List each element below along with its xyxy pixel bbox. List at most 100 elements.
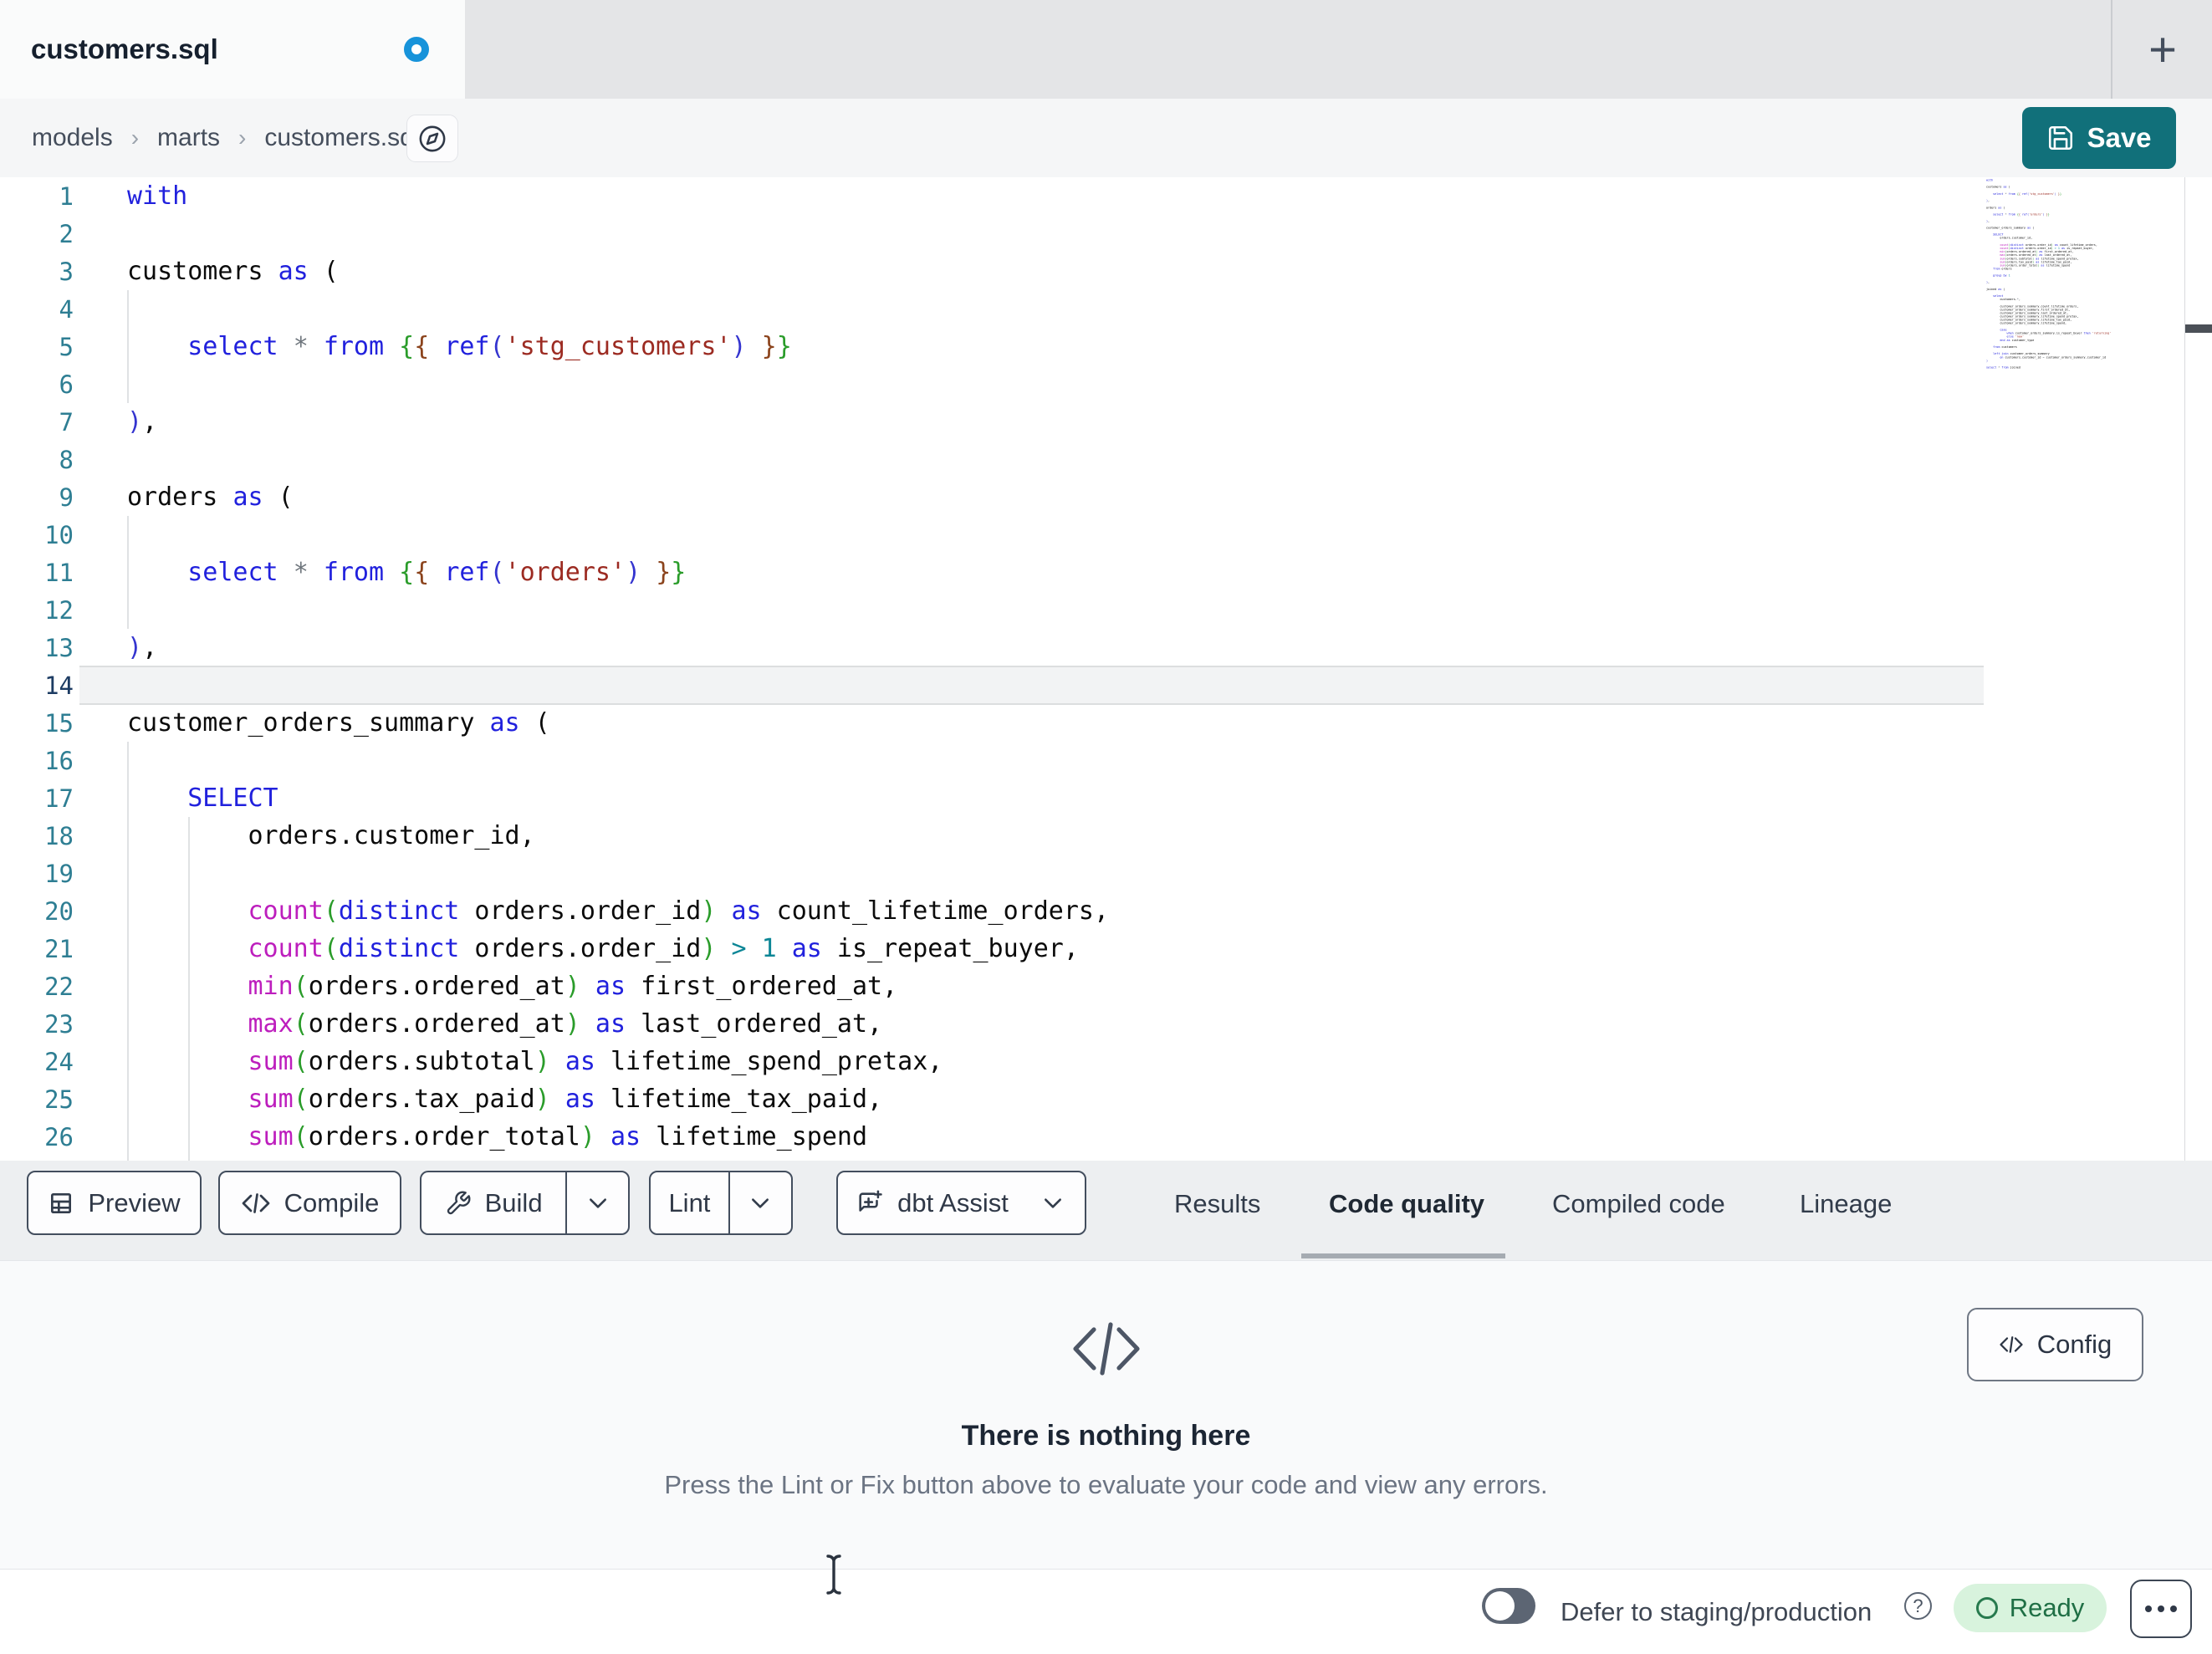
code-line[interactable]: 22 min(orders.ordered_at) as first_order… xyxy=(0,967,2212,1005)
code-line[interactable]: 9 orders as ( xyxy=(0,478,2212,516)
status-bar: Defer to staging/production ? Ready xyxy=(0,1569,2212,1653)
code-line[interactable]: 17 SELECT xyxy=(0,779,2212,817)
line-number: 22 xyxy=(44,972,74,1001)
line-number: 9 xyxy=(59,482,74,512)
save-button-label: Save xyxy=(2087,122,2152,153)
tab-customers-sql[interactable]: customers.sql xyxy=(0,0,465,99)
scrollbar-thumb[interactable] xyxy=(2185,324,2212,333)
code-line[interactable]: 18 orders.customer_id, xyxy=(0,817,2212,855)
code-line[interactable]: 23 max(orders.ordered_at) as last_ordere… xyxy=(0,1005,2212,1043)
code-line[interactable]: 16 xyxy=(0,742,2212,779)
code-editor[interactable]: 1 with 2 3 customers as (4 5 select * from {{… xyxy=(0,177,2212,1161)
breadcrumb-separator: › xyxy=(238,125,247,151)
breadcrumb-models[interactable]: models xyxy=(32,124,113,152)
lint-button-label: Lint xyxy=(668,1187,711,1218)
more-options-button[interactable] xyxy=(2130,1580,2192,1638)
code-line[interactable]: 7), xyxy=(0,403,2212,441)
code-line[interactable]: 8 xyxy=(0,441,2212,478)
toggle-knob xyxy=(1485,1591,1515,1621)
chat-sparkle-icon xyxy=(856,1189,884,1218)
code-line[interactable]: 13), xyxy=(0,629,2212,666)
build-button[interactable]: Build xyxy=(421,1172,565,1233)
line-number: 19 xyxy=(44,859,74,888)
line-number: 15 xyxy=(44,708,74,738)
code-line[interactable]: 11 select * from {{ ref('orders') }} xyxy=(0,554,2212,591)
breadcrumb-separator: › xyxy=(130,125,140,151)
line-number: 2 xyxy=(59,219,74,248)
save-button[interactable]: Save xyxy=(2022,107,2176,169)
code-line[interactable]: 20 count(distinct orders.order_id) as co… xyxy=(0,892,2212,930)
chevron-down-icon xyxy=(587,1197,609,1210)
lint-button[interactable]: Lint xyxy=(651,1172,728,1233)
defer-toggle[interactable] xyxy=(1482,1588,1535,1624)
empty-state-subtitle: Press the Lint or Fix button above to ev… xyxy=(664,1470,1548,1499)
tab-lineage[interactable]: Lineage xyxy=(1800,1181,1892,1228)
tab-bar: customers.sql + xyxy=(0,0,2212,99)
line-number: 24 xyxy=(44,1047,74,1076)
new-tab-button[interactable]: + xyxy=(2129,12,2196,87)
compass-icon xyxy=(418,125,447,153)
breadcrumb-file[interactable]: customers.sql xyxy=(264,124,419,152)
line-number: 18 xyxy=(44,821,74,850)
lint-split-button: Lint xyxy=(649,1171,793,1235)
build-button-label: Build xyxy=(484,1187,543,1218)
code-line[interactable]: 6 xyxy=(0,365,2212,403)
breadcrumb: models › marts › customers.sql xyxy=(32,99,419,177)
dbt-assist-button[interactable]: dbt Assist xyxy=(838,1172,1026,1233)
lint-dropdown-button[interactable] xyxy=(728,1172,791,1233)
tab-code-quality[interactable]: Code quality xyxy=(1329,1181,1484,1228)
chevron-down-icon xyxy=(1042,1197,1064,1210)
minimap[interactable]: with customers as ( select * from {{ ref… xyxy=(1986,179,2112,375)
wrench-icon xyxy=(445,1190,472,1217)
code-text: max(orders.ordered_at) as last_ordered_a… xyxy=(248,1009,883,1039)
code-text: count(distinct orders.order_id) > 1 as i… xyxy=(248,934,1079,963)
line-number: 17 xyxy=(44,784,74,813)
tab-compiled-code[interactable]: Compiled code xyxy=(1552,1181,1725,1228)
code-text: customer_orders_summary as ( xyxy=(127,708,550,738)
line-number: 10 xyxy=(44,520,74,549)
code-line[interactable]: 21 count(distinct orders.order_id) > 1 a… xyxy=(0,930,2212,967)
code-line[interactable]: 10 xyxy=(0,516,2212,554)
code-text: min(orders.ordered_at) as first_ordered_… xyxy=(248,972,898,1001)
code-text: customers as ( xyxy=(127,257,339,286)
editor-toolbar: Preview Compile Build Lint dbt Assist Re… xyxy=(0,1161,2212,1261)
ready-circle-icon xyxy=(1975,1597,1998,1619)
code-text: orders.customer_id, xyxy=(127,821,535,850)
code-line[interactable]: 25 sum(orders.tax_paid) as lifetime_tax_… xyxy=(0,1080,2212,1118)
line-number: 23 xyxy=(44,1009,74,1039)
line-number: 6 xyxy=(59,370,74,399)
code-line[interactable]: 15 customer_orders_summary as ( xyxy=(0,704,2212,742)
dbt-assist-dropdown-button[interactable] xyxy=(1026,1172,1080,1233)
preview-button[interactable]: Preview xyxy=(27,1171,202,1235)
code-line[interactable]: 26 sum(orders.order_total) as lifetime_s… xyxy=(0,1118,2212,1156)
code-line[interactable]: 24 sum(orders.subtotal) as lifetime_spen… xyxy=(0,1043,2212,1080)
code-line[interactable]: 4 xyxy=(0,290,2212,328)
code-icon xyxy=(241,1192,271,1215)
code-text: sum(orders.order_total) as lifetime_spen… xyxy=(248,1122,868,1151)
help-icon[interactable]: ? xyxy=(1904,1592,1932,1620)
code-text: sum(orders.tax_paid) as lifetime_tax_pai… xyxy=(248,1085,883,1114)
code-text: ), xyxy=(127,633,158,662)
line-number: 20 xyxy=(44,896,74,926)
code-line[interactable]: 5 select * from {{ ref('stg_customers') … xyxy=(0,328,2212,365)
empty-state-title: There is nothing here xyxy=(961,1420,1251,1452)
tab-results[interactable]: Results xyxy=(1174,1181,1260,1228)
floppy-disk-icon xyxy=(2046,124,2075,152)
code-icon xyxy=(1999,1335,2024,1355)
code-line[interactable]: 1 with xyxy=(0,177,2212,215)
status-badge: Ready xyxy=(1954,1584,2107,1632)
code-line[interactable]: 3 customers as ( xyxy=(0,253,2212,290)
config-button[interactable]: Config xyxy=(1967,1308,2143,1381)
code-line[interactable]: 12 xyxy=(0,591,2212,629)
code-line[interactable]: 14 xyxy=(0,666,2212,705)
breadcrumb-row: models › marts › customers.sql Save xyxy=(0,99,2212,177)
breadcrumb-marts[interactable]: marts xyxy=(157,124,220,152)
tabbar-divider xyxy=(2111,0,2112,99)
build-dropdown-button[interactable] xyxy=(565,1172,628,1233)
code-line[interactable]: 19 xyxy=(0,855,2212,892)
navigate-button[interactable] xyxy=(406,115,458,162)
code-line[interactable]: 2 xyxy=(0,215,2212,253)
compile-button[interactable]: Compile xyxy=(218,1171,401,1235)
code-text: select * from {{ ref('orders') }} xyxy=(187,558,687,587)
code-icon-large xyxy=(1070,1321,1142,1376)
